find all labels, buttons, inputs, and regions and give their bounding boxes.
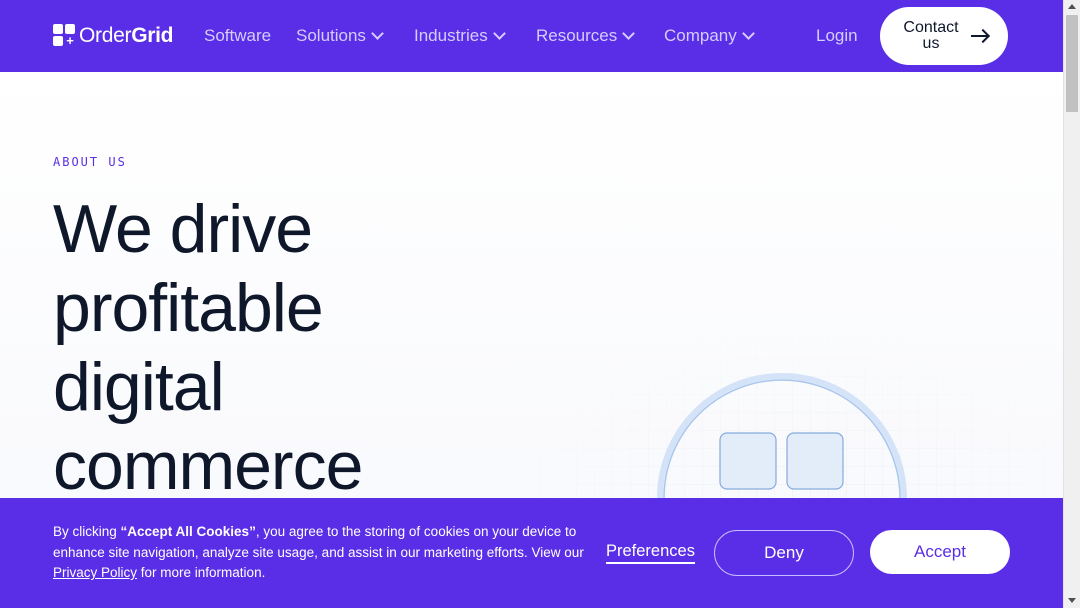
login-label: Login [816, 26, 858, 45]
top-navigation: + OrderGrid Software Solutions Industrie… [0, 0, 1063, 72]
ordergrid-logo[interactable]: + OrderGrid [53, 24, 173, 48]
chevron-down-icon [371, 27, 384, 40]
tile-right [786, 432, 844, 490]
scrollbar-thumb[interactable] [1066, 15, 1078, 112]
preferences-button[interactable]: Preferences [606, 542, 695, 564]
logo-wordmark: OrderGrid [79, 24, 174, 47]
chevron-down-icon [741, 27, 755, 40]
hero-headline: We drive profitable digital commerce [53, 191, 363, 504]
arrow-right-icon [971, 28, 991, 44]
nav-item-label: Industries [414, 26, 488, 45]
nav-item-label: Solutions [296, 26, 366, 45]
contact-us-button[interactable]: Contact us [880, 7, 1008, 65]
login-link[interactable]: Login [816, 24, 858, 48]
browser-viewport: + OrderGrid Software Solutions Industrie… [0, 0, 1063, 608]
nav-item-label: Software [204, 26, 272, 45]
nav-item-software[interactable]: Software [204, 24, 271, 48]
cookie-message: By clicking “Accept All Cookies”, you ag… [53, 524, 584, 580]
scroll-down-arrow-icon[interactable] [1068, 598, 1076, 603]
privacy-policy-link[interactable]: Privacy Policy [53, 565, 137, 580]
cookie-consent-banner: By clicking “Accept All Cookies”, you ag… [0, 498, 1063, 608]
chevron-down-icon [622, 27, 636, 40]
section-eyebrow: ABOUT US [53, 155, 127, 169]
nav-item-company[interactable]: Company [664, 24, 755, 48]
deny-button[interactable]: Deny [714, 530, 854, 576]
scroll-up-arrow-icon[interactable] [1068, 4, 1076, 9]
logo-grid-icon: + [53, 24, 77, 48]
tile-left [719, 432, 777, 490]
accept-button[interactable]: Accept [870, 530, 1010, 574]
nav-item-label: Company [664, 26, 737, 45]
nav-item-label: Resources [536, 26, 618, 45]
contact-us-label: Contact us [903, 19, 959, 52]
nav-item-resources[interactable]: Resources [536, 24, 636, 48]
vertical-scrollbar[interactable] [1063, 0, 1080, 608]
nav-item-solutions[interactable]: Solutions [296, 24, 384, 48]
nav-item-industries[interactable]: Industries [414, 24, 506, 48]
chevron-down-icon [492, 27, 506, 40]
